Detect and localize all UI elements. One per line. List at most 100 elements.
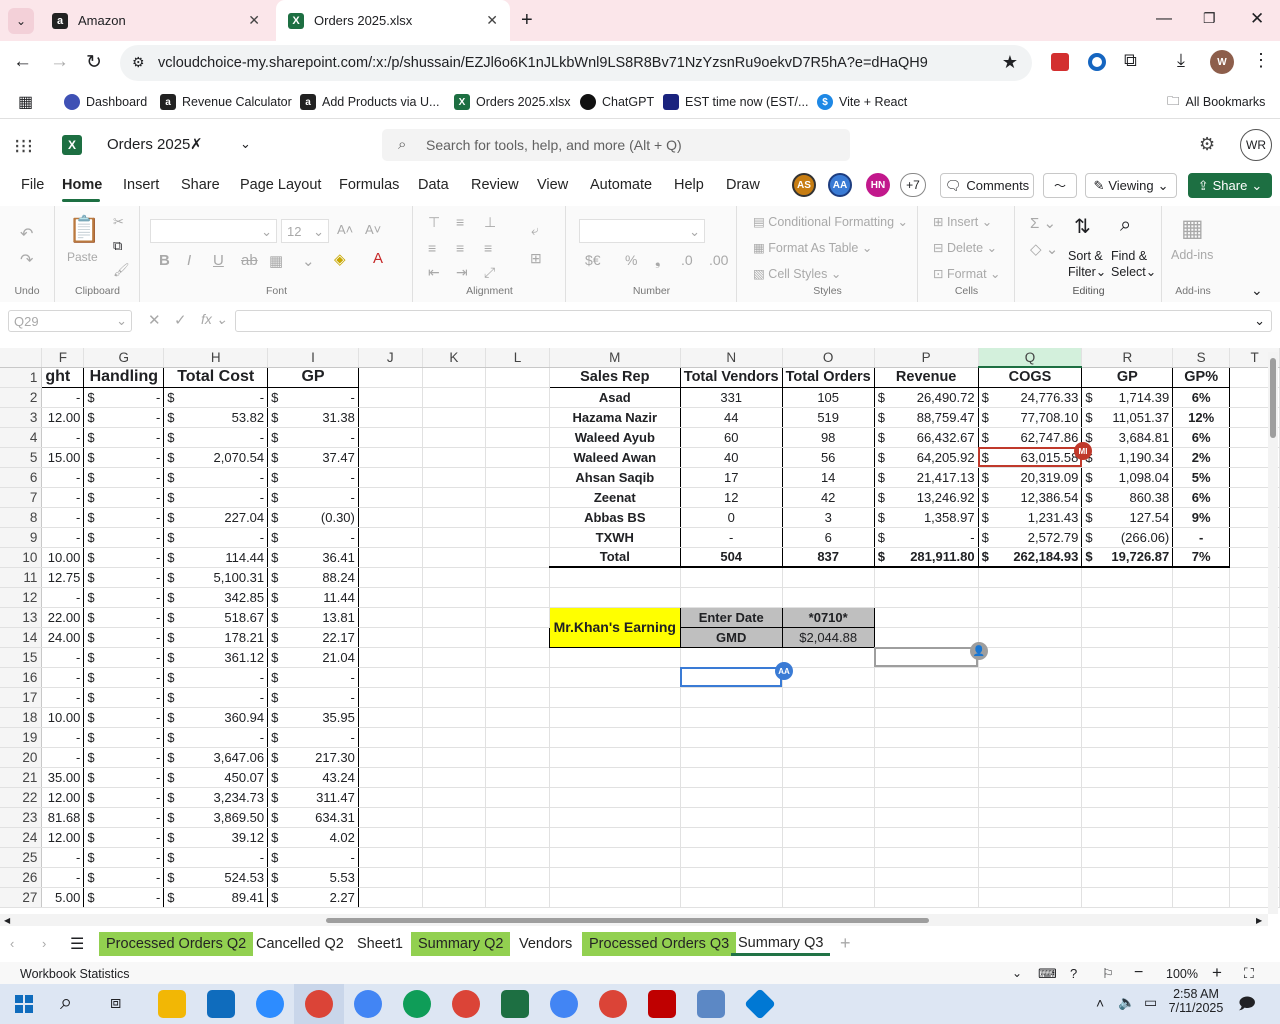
- addins-button[interactable]: Add-ins: [1171, 248, 1213, 262]
- cell[interactable]: $ -: [163, 427, 269, 448]
- cell[interactable]: [680, 687, 783, 708]
- cell[interactable]: Zeenat: [548, 487, 681, 508]
- cell[interactable]: [485, 667, 550, 688]
- cell[interactable]: $860.38: [1081, 487, 1174, 508]
- cell[interactable]: [549, 667, 681, 688]
- cell[interactable]: [549, 567, 681, 588]
- tab-file[interactable]: File: [21, 177, 44, 193]
- tab-formulas[interactable]: Formulas: [339, 177, 399, 193]
- cell[interactable]: [1172, 647, 1231, 668]
- address-bar[interactable]: ⚙ vcloudchoice-my.sharepoint.com/:x:/p/s…: [120, 45, 1032, 81]
- font-color-icon[interactable]: A: [373, 250, 383, 267]
- cell[interactable]: 12%: [1172, 407, 1231, 428]
- cell[interactable]: [874, 807, 979, 828]
- row-header[interactable]: 20: [0, 747, 43, 768]
- decrease-decimal-icon[interactable]: .00: [709, 252, 728, 268]
- cell[interactable]: $ -: [267, 687, 359, 708]
- cell[interactable]: [549, 827, 681, 848]
- cell[interactable]: 15.00: [41, 447, 85, 468]
- cell[interactable]: -: [41, 687, 85, 708]
- chrome-icon[interactable]: [354, 990, 382, 1018]
- cell[interactable]: [422, 427, 487, 448]
- cell[interactable]: [422, 587, 487, 608]
- presence-flag[interactable]: AA: [775, 662, 793, 680]
- back-icon[interactable]: ←: [13, 51, 32, 73]
- cell[interactable]: [978, 767, 1083, 788]
- cell[interactable]: $3,647.06: [163, 747, 269, 768]
- cell[interactable]: [549, 767, 681, 788]
- cell[interactable]: [358, 887, 423, 908]
- pdf-extension-icon[interactable]: [1051, 53, 1069, 71]
- cell[interactable]: Waleed Awan: [548, 447, 681, 468]
- cell[interactable]: $ (266.06): [1081, 527, 1174, 548]
- redo-icon[interactable]: ↷: [20, 250, 33, 270]
- cell[interactable]: $ -: [267, 467, 359, 488]
- cell[interactable]: [358, 667, 423, 688]
- cell[interactable]: [485, 827, 550, 848]
- sheet-tab[interactable]: Cancelled Q2: [249, 932, 351, 956]
- cell[interactable]: $21,417.13: [873, 467, 979, 488]
- cell[interactable]: [358, 747, 423, 768]
- horizontal-scrollbar[interactable]: ◀ ▶: [0, 914, 1268, 926]
- cell[interactable]: $3,234.73: [163, 787, 269, 808]
- bookmark-vite[interactable]: $ Vite + React: [817, 92, 907, 112]
- row-header[interactable]: 15: [0, 647, 43, 668]
- align-left-icon[interactable]: ≡: [428, 240, 436, 256]
- cell[interactable]: -: [41, 387, 85, 408]
- cell[interactable]: [358, 447, 423, 468]
- cell[interactable]: [680, 767, 783, 788]
- cell[interactable]: [422, 847, 487, 868]
- cell[interactable]: 105: [781, 387, 875, 408]
- cell[interactable]: [485, 567, 550, 588]
- cell[interactable]: $ -: [267, 427, 359, 448]
- cell[interactable]: [782, 667, 875, 688]
- font-size-select[interactable]: 12 ⌄: [281, 219, 329, 243]
- cell[interactable]: 7%: [1172, 547, 1231, 568]
- cell[interactable]: [1081, 827, 1174, 848]
- cell[interactable]: $19,726.87: [1081, 547, 1174, 568]
- cell[interactable]: [978, 707, 1083, 728]
- cell[interactable]: [1172, 807, 1231, 828]
- cell[interactable]: 40: [679, 447, 783, 468]
- cell[interactable]: [422, 887, 487, 908]
- column-header[interactable]: H: [163, 348, 269, 368]
- cell[interactable]: -: [41, 587, 85, 608]
- table-header-cell[interactable]: Total Cost: [163, 366, 269, 388]
- presence-flag[interactable]: MI: [1074, 442, 1092, 460]
- tab-share[interactable]: Share: [181, 177, 220, 193]
- row-header[interactable]: 1: [0, 367, 43, 388]
- row-header[interactable]: 16: [0, 667, 43, 688]
- cell[interactable]: 12: [679, 487, 783, 508]
- cell[interactable]: $2,572.79: [977, 527, 1083, 548]
- cell[interactable]: $360.94: [163, 707, 269, 728]
- cell[interactable]: [549, 647, 681, 668]
- cell[interactable]: [422, 767, 487, 788]
- tab-draw[interactable]: Draw: [726, 177, 760, 193]
- cell[interactable]: [1172, 847, 1231, 868]
- cell[interactable]: $62,747.86: [977, 427, 1083, 448]
- cell[interactable]: [485, 707, 550, 728]
- format-as-table-button[interactable]: ▦ Format As Table ⌄: [753, 240, 872, 255]
- formula-input[interactable]: ⌄: [235, 310, 1272, 332]
- cell[interactable]: [358, 567, 423, 588]
- cell[interactable]: 5.00: [41, 887, 85, 908]
- windows-start-icon[interactable]: [15, 995, 33, 1013]
- cell[interactable]: $2.27: [267, 887, 359, 908]
- cell[interactable]: [422, 867, 487, 888]
- tab-insert[interactable]: Insert: [123, 177, 159, 193]
- name-box[interactable]: Q29 ⌄: [8, 310, 132, 332]
- cell[interactable]: [874, 567, 979, 588]
- cell[interactable]: [1081, 727, 1174, 748]
- cell[interactable]: [485, 787, 550, 808]
- cell[interactable]: $361.12: [163, 647, 269, 668]
- cell[interactable]: [485, 647, 550, 668]
- cell[interactable]: [1172, 567, 1231, 588]
- sheet-table[interactable]: F G H I J K L M N O P Q R S T 1 ght Handling Total Cost GP S…: [0, 348, 1280, 908]
- strikethrough-icon[interactable]: ab: [241, 252, 258, 269]
- cell[interactable]: [485, 767, 550, 788]
- search-input[interactable]: ⌕ Search for tools, help, and more (Alt …: [382, 129, 850, 161]
- cell[interactable]: $311.47: [267, 787, 359, 808]
- cell[interactable]: $ -: [83, 867, 165, 888]
- date-input-cell[interactable]: *0710*: [781, 606, 875, 628]
- column-header[interactable]: N: [680, 348, 783, 368]
